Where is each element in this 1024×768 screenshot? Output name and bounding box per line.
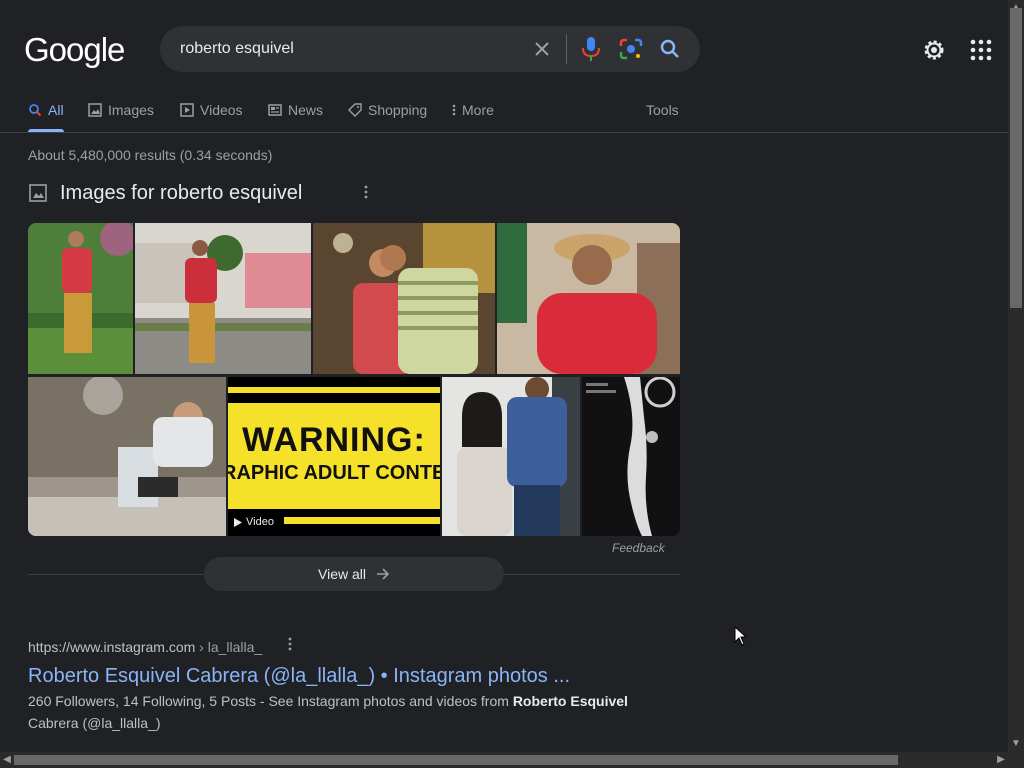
- result-stats: About 5,480,000 results (0.34 seconds): [28, 147, 273, 163]
- warning-subtitle: RAPHIC ADULT CONTEN: [228, 462, 440, 484]
- video-icon: [180, 103, 194, 117]
- play-icon: [234, 517, 242, 527]
- image-thumbnail[interactable]: [313, 223, 495, 374]
- search-button[interactable]: [658, 37, 682, 61]
- microphone-icon: [582, 37, 600, 61]
- tab-all[interactable]: All: [28, 100, 64, 120]
- image-icon: [88, 103, 102, 117]
- google-apps-button[interactable]: [968, 37, 994, 63]
- google-logo[interactable]: Google: [24, 30, 125, 70]
- images-section-menu[interactable]: [360, 184, 372, 202]
- tab-more-label: More: [462, 102, 494, 118]
- tab-images[interactable]: Images: [88, 100, 154, 120]
- google-lens-icon: [619, 38, 643, 60]
- image-thumbnail[interactable]: [28, 223, 133, 374]
- view-all-label: View all: [318, 566, 366, 582]
- image-thumbnail[interactable]: [135, 223, 311, 374]
- gear-icon: [924, 40, 944, 60]
- more-vert-icon: [452, 104, 456, 116]
- image-grid: WARNING: RAPHIC ADULT CONTEN Video: [28, 223, 680, 536]
- image-thumbnail[interactable]: [582, 377, 680, 536]
- feedback-link[interactable]: Feedback: [612, 540, 665, 556]
- close-icon: [535, 42, 549, 56]
- settings-button[interactable]: [920, 36, 948, 64]
- clear-search-button[interactable]: [530, 37, 554, 61]
- images-section-title[interactable]: Images for roberto esquivel: [60, 180, 302, 206]
- tab-videos-label: Videos: [200, 102, 243, 118]
- search-input[interactable]: roberto esquivel: [180, 38, 294, 60]
- snippet-text-line2: Cabrera (@la_llalla_): [28, 715, 161, 731]
- more-vert-icon: [288, 637, 292, 651]
- search-icon: [660, 39, 679, 58]
- image-section-icon: [29, 184, 47, 202]
- image-thumbnail[interactable]: [442, 377, 580, 536]
- tab-more[interactable]: More: [452, 100, 494, 120]
- scroll-left-arrow-icon[interactable]: ◀: [0, 752, 14, 768]
- result-options-button[interactable]: [284, 637, 296, 657]
- arrow-right-icon: [377, 568, 390, 580]
- tag-icon: [348, 103, 362, 117]
- tools-button[interactable]: Tools: [646, 100, 679, 120]
- tab-news-label: News: [288, 102, 324, 118]
- apps-grid-icon: [970, 39, 992, 61]
- video-badge-label: Video: [246, 516, 274, 528]
- search-box-divider: [566, 34, 567, 64]
- news-icon: [268, 104, 282, 116]
- image-thumbnail[interactable]: [28, 377, 226, 536]
- tab-images-label: Images: [108, 102, 154, 118]
- view-all-button[interactable]: View all: [204, 557, 504, 591]
- voice-search-button[interactable]: [580, 36, 602, 62]
- video-badge: Video: [234, 515, 274, 529]
- result-url-path: › la_llalla_: [195, 639, 263, 655]
- result-title-link[interactable]: Roberto Esquivel Cabrera (@la_llalla_) •…: [28, 663, 570, 689]
- horizontal-scrollbar-thumb[interactable]: [14, 755, 898, 765]
- tab-all-label: All: [48, 102, 64, 118]
- tab-shopping[interactable]: Shopping: [348, 100, 427, 120]
- image-thumbnail[interactable]: WARNING: RAPHIC ADULT CONTEN Video: [228, 377, 440, 536]
- warning-stripe: [228, 387, 440, 393]
- result-snippet: 260 Followers, 14 Following, 5 Posts - S…: [28, 690, 668, 734]
- result-url[interactable]: https://www.instagram.com › la_llalla_: [28, 637, 262, 657]
- image-thumbnail[interactable]: [497, 223, 680, 374]
- search-icon: [29, 104, 42, 117]
- tab-videos[interactable]: Videos: [180, 100, 243, 120]
- warning-stripe: [284, 517, 440, 524]
- warning-title: WARNING:: [242, 421, 426, 459]
- scroll-right-arrow-icon[interactable]: ▶: [994, 752, 1008, 768]
- image-search-button[interactable]: [618, 37, 644, 61]
- snippet-text: 260 Followers, 14 Following, 5 Posts - S…: [28, 693, 513, 709]
- snippet-highlight: Roberto Esquivel: [512, 693, 628, 709]
- mouse-cursor-icon: [734, 625, 748, 646]
- scroll-down-arrow-icon[interactable]: ▼: [1009, 736, 1023, 752]
- more-vert-icon: [364, 185, 368, 199]
- vertical-scrollbar-thumb[interactable]: [1010, 8, 1022, 308]
- tabs-divider: [0, 132, 1008, 133]
- tab-news[interactable]: News: [268, 100, 323, 120]
- result-url-domain: https://www.instagram.com: [28, 639, 196, 655]
- tab-shopping-label: Shopping: [368, 102, 428, 118]
